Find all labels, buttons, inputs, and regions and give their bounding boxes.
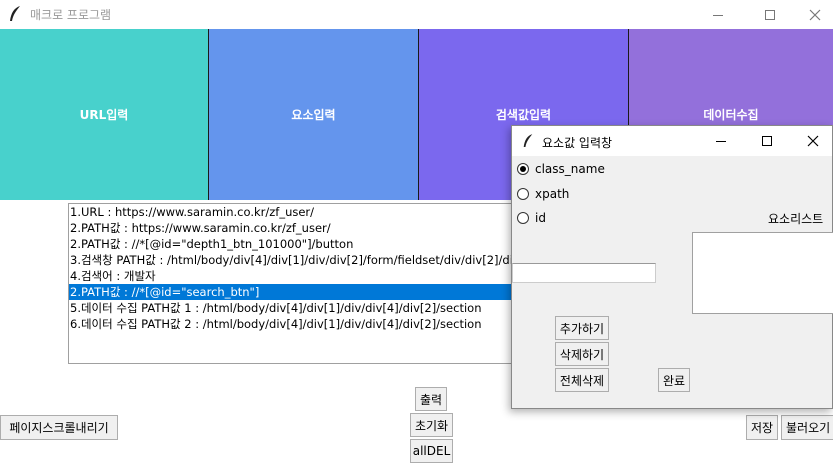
list-item[interactable]: 2.PATH값 : //*[@id="depth1_btn_101000"]/b… xyxy=(69,236,527,252)
radio-xpath[interactable]: xpath xyxy=(517,187,569,201)
radio-label: class_name xyxy=(535,162,605,176)
radio-checked-icon xyxy=(517,163,529,175)
maximize-icon[interactable] xyxy=(747,0,793,29)
all-delete-button[interactable]: allDEL xyxy=(410,439,453,463)
element-input-panel[interactable]: 요소입력 xyxy=(209,29,418,200)
panel-label: 요소입력 xyxy=(291,108,336,122)
load-button[interactable]: 불러오기 xyxy=(781,415,833,440)
save-button[interactable]: 저장 xyxy=(746,415,778,440)
close-icon[interactable] xyxy=(792,0,833,29)
list-item[interactable]: 5.데이터 수집 PATH값 1 : /html/body/div[4]/div… xyxy=(69,300,527,316)
element-list-label: 요소리스트 xyxy=(768,212,824,226)
element-input-dialog: 요소값 입력창 class_name xpath id 요소리스트 추가하기 삭… xyxy=(511,125,833,409)
radio-label: id xyxy=(535,211,546,225)
feather-icon xyxy=(10,6,20,21)
add-button[interactable]: 추가하기 xyxy=(555,316,609,340)
element-listbox[interactable] xyxy=(692,232,833,314)
list-item[interactable]: 6.데이터 수집 PATH값 2 : /html/body/div[4]/div… xyxy=(69,316,527,332)
delete-button[interactable]: 삭제하기 xyxy=(555,342,609,366)
radio-class-name[interactable]: class_name xyxy=(517,162,605,176)
list-item[interactable]: 3.검색창 PATH값 : /html/body/div[4]/div[1]/d… xyxy=(69,252,527,268)
window-title: 매크로 프로그램 xyxy=(30,8,112,22)
list-item[interactable]: 2.PATH값 : https://www.saramin.co.kr/zf_u… xyxy=(69,220,527,236)
scroll-down-button[interactable]: 페이지스크롤내리기 xyxy=(0,415,118,440)
list-item-selected[interactable]: 2.PATH값 : //*[@id="search_btn"] xyxy=(69,284,527,300)
dialog-title: 요소값 입력창 xyxy=(542,136,613,150)
feather-icon xyxy=(523,134,533,147)
reset-button[interactable]: 초기화 xyxy=(410,413,453,437)
url-input-panel[interactable]: URL입력 xyxy=(0,29,208,200)
panel-label: 검색값입력 xyxy=(495,108,552,122)
done-button[interactable]: 완료 xyxy=(658,368,690,392)
element-value-input[interactable] xyxy=(512,263,656,283)
minimize-icon[interactable] xyxy=(695,0,741,29)
dialog-titlebar: 요소값 입력창 xyxy=(512,126,832,156)
maximize-icon[interactable] xyxy=(744,126,790,156)
delete-all-button[interactable]: 전체삭제 xyxy=(555,368,609,392)
radio-label: xpath xyxy=(535,187,570,201)
command-listbox[interactable]: 1.URL : https://www.saramin.co.kr/zf_use… xyxy=(68,203,528,364)
radio-unchecked-icon xyxy=(517,188,529,200)
minimize-icon[interactable] xyxy=(698,126,744,156)
print-button[interactable]: 출력 xyxy=(415,387,447,411)
panel-label: URL입력 xyxy=(79,108,129,122)
close-icon[interactable] xyxy=(790,126,833,156)
list-item[interactable]: 1.URL : https://www.saramin.co.kr/zf_use… xyxy=(69,204,527,220)
radio-unchecked-icon xyxy=(517,212,529,224)
radio-id[interactable]: id xyxy=(517,211,546,225)
main-titlebar: 매크로 프로그램 xyxy=(0,0,833,29)
list-item[interactable]: 4.검색어 : 개발자 xyxy=(69,268,527,284)
panel-label: 데이터수집 xyxy=(703,108,759,122)
